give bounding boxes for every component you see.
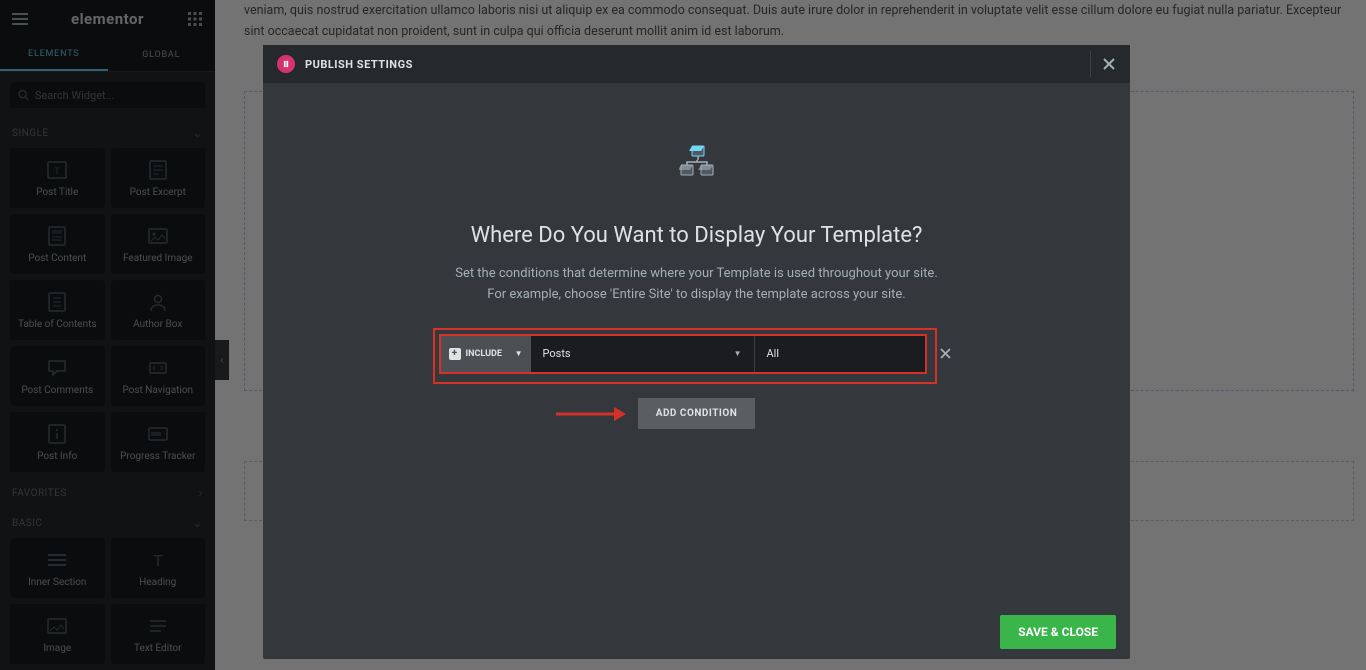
condition-row-wrap: + INCLUDE ▼ Posts ▼ All — [439, 334, 955, 374]
annotation-arrow-icon — [556, 404, 626, 424]
add-condition-row: ADD CONDITION — [638, 398, 756, 429]
publish-settings-modal: Ⅲ PUBLISH SETTINGS Where Do You Want to … — [263, 45, 1130, 659]
sitemap-icon — [679, 145, 715, 181]
modal-sub-line1: Set the conditions that determine where … — [455, 264, 938, 285]
condition-match-field[interactable]: All — [755, 336, 925, 372]
condition-type-dropdown[interactable]: + INCLUDE ▼ — [441, 336, 531, 372]
close-icon[interactable] — [1090, 51, 1116, 77]
condition-type-label: INCLUDE — [466, 349, 502, 359]
condition-selector-value: Posts — [543, 347, 571, 360]
save-close-button[interactable]: SAVE & CLOSE — [1000, 615, 1116, 649]
modal-sub-line2: For example, choose 'Entire Site' to dis… — [455, 285, 938, 306]
delete-condition-icon[interactable] — [937, 345, 955, 363]
elementor-logo-icon: Ⅲ — [277, 55, 295, 73]
add-condition-button[interactable]: ADD CONDITION — [638, 398, 756, 429]
caret-down-icon: ▼ — [734, 349, 742, 358]
condition-match-value: All — [767, 347, 780, 360]
modal-subtitle: Set the conditions that determine where … — [455, 264, 938, 306]
plus-icon: + — [449, 348, 461, 360]
modal-body: Where Do You Want to Display Your Templa… — [263, 83, 1130, 605]
condition-selector-dropdown[interactable]: Posts ▼ — [531, 336, 755, 372]
modal-title: PUBLISH SETTINGS — [305, 58, 413, 71]
modal-header: Ⅲ PUBLISH SETTINGS — [263, 45, 1130, 83]
condition-row: + INCLUDE ▼ Posts ▼ All — [439, 334, 927, 374]
caret-down-icon: ▼ — [515, 349, 523, 358]
modal-footer: SAVE & CLOSE — [263, 605, 1130, 659]
modal-heading: Where Do You Want to Display Your Templa… — [471, 223, 923, 248]
